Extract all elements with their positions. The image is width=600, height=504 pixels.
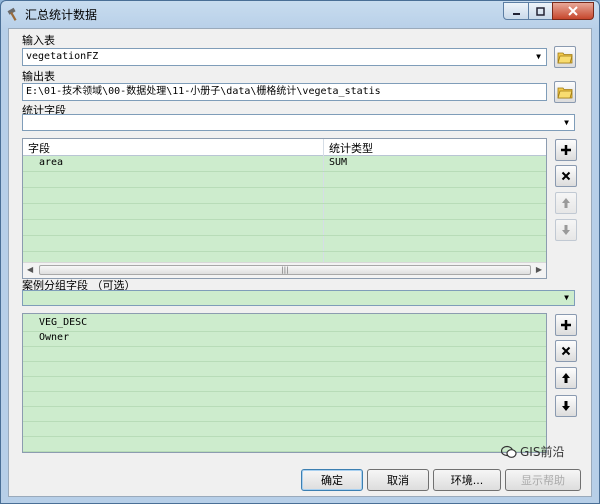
list-item-label: Owner bbox=[39, 332, 70, 343]
table-cell-stat-type[interactable]: SUM bbox=[329, 157, 347, 168]
watermark: GIS前沿 bbox=[501, 443, 564, 460]
arrow-up-icon bbox=[562, 373, 570, 383]
arrow-up-icon bbox=[562, 198, 570, 208]
table-row[interactable] bbox=[23, 204, 546, 220]
browse-input-button[interactable] bbox=[554, 46, 576, 68]
close-icon bbox=[568, 6, 578, 16]
list-item-label: VEG_DESC bbox=[39, 317, 88, 328]
table-row[interactable]: area SUM bbox=[23, 156, 546, 172]
remove-stat-field-button[interactable] bbox=[555, 165, 577, 187]
case-fields-combobox[interactable]: ▼ bbox=[22, 290, 575, 306]
stat-fields-table[interactable]: 字段 统计类型 area SUM ◀ ||| ▶ bbox=[22, 138, 547, 279]
output-table-value: E:\01-技术领域\00-数据处理\11-小册子\data\栅格统计\vege… bbox=[26, 86, 381, 97]
ok-button[interactable]: 确定 bbox=[301, 469, 363, 491]
scrollbar-thumb[interactable]: ||| bbox=[39, 265, 531, 275]
input-table-label: 输入表 bbox=[22, 34, 55, 47]
table-row[interactable] bbox=[23, 220, 546, 236]
close-button[interactable] bbox=[552, 2, 594, 20]
table-header: 字段 统计类型 bbox=[23, 139, 546, 156]
cancel-button[interactable]: 取消 bbox=[367, 469, 429, 491]
table-row[interactable] bbox=[23, 172, 546, 188]
browse-output-button[interactable] bbox=[554, 81, 576, 103]
folder-icon bbox=[557, 87, 573, 99]
remove-case-field-button[interactable] bbox=[555, 340, 577, 362]
horizontal-scrollbar[interactable]: ◀ ||| ▶ bbox=[23, 262, 546, 278]
stat-fields-combobox[interactable]: ▼ bbox=[22, 114, 575, 131]
list-item[interactable] bbox=[23, 406, 546, 422]
add-case-field-button[interactable] bbox=[555, 314, 577, 336]
move-up-stat-field-button[interactable] bbox=[555, 192, 577, 214]
list-item[interactable] bbox=[23, 346, 546, 362]
list-item[interactable] bbox=[23, 361, 546, 377]
chevron-down-icon[interactable]: ▼ bbox=[532, 50, 545, 64]
maximize-button[interactable] bbox=[528, 2, 553, 20]
table-row[interactable] bbox=[23, 236, 546, 252]
output-table-label: 输出表 bbox=[22, 70, 55, 83]
scroll-left-icon[interactable]: ◀ bbox=[27, 265, 33, 274]
input-table-value: vegetationFZ bbox=[26, 51, 99, 62]
input-table-combobox[interactable]: vegetationFZ ▼ bbox=[22, 48, 547, 66]
column-header-field[interactable]: 字段 bbox=[28, 140, 50, 156]
arrow-down-icon bbox=[562, 225, 570, 235]
scroll-right-icon[interactable]: ▶ bbox=[536, 265, 542, 274]
list-item[interactable]: VEG_DESC bbox=[23, 316, 546, 332]
window-title: 汇总统计数据 bbox=[25, 8, 98, 22]
add-stat-field-button[interactable] bbox=[555, 139, 577, 161]
dialog-window: 汇总统计数据 输入表 vegetationFZ ▼ 输出表 E:\01-技术领域… bbox=[0, 0, 600, 504]
title-bar[interactable]: 汇总统计数据 bbox=[1, 1, 599, 27]
maximize-icon bbox=[536, 6, 545, 16]
wechat-icon bbox=[501, 445, 517, 458]
list-item[interactable] bbox=[23, 391, 546, 407]
list-item[interactable]: Owner bbox=[23, 331, 546, 347]
environments-button[interactable]: 环境... bbox=[433, 469, 501, 491]
list-item[interactable] bbox=[23, 421, 546, 437]
list-item[interactable] bbox=[23, 436, 546, 452]
arrow-down-icon bbox=[562, 401, 570, 411]
show-help-button[interactable]: 显示帮助 bbox=[505, 469, 581, 491]
table-row[interactable] bbox=[23, 188, 546, 204]
move-down-case-field-button[interactable] bbox=[555, 395, 577, 417]
dialog-body: 输入表 vegetationFZ ▼ 输出表 E:\01-技术领域\00-数据处… bbox=[8, 28, 592, 497]
case-fields-list[interactable]: VEG_DESC Owner bbox=[22, 313, 547, 453]
plus-icon bbox=[561, 145, 571, 155]
column-header-stat-type[interactable]: 统计类型 bbox=[329, 140, 373, 156]
chevron-down-icon[interactable]: ▼ bbox=[560, 291, 573, 305]
plus-icon bbox=[561, 320, 571, 330]
watermark-text: GIS前沿 bbox=[520, 445, 565, 459]
move-down-stat-field-button[interactable] bbox=[555, 219, 577, 241]
table-cell-field[interactable]: area bbox=[39, 157, 63, 168]
output-table-field[interactable]: E:\01-技术领域\00-数据处理\11-小册子\data\栅格统计\vege… bbox=[22, 83, 547, 101]
hammer-icon bbox=[7, 7, 17, 21]
minimize-button[interactable] bbox=[503, 2, 529, 20]
move-up-case-field-button[interactable] bbox=[555, 367, 577, 389]
remove-icon bbox=[561, 346, 571, 356]
chevron-down-icon[interactable]: ▼ bbox=[560, 116, 573, 130]
list-item[interactable] bbox=[23, 376, 546, 392]
minimize-icon bbox=[512, 12, 520, 15]
folder-icon bbox=[557, 52, 573, 64]
remove-icon bbox=[561, 171, 571, 181]
